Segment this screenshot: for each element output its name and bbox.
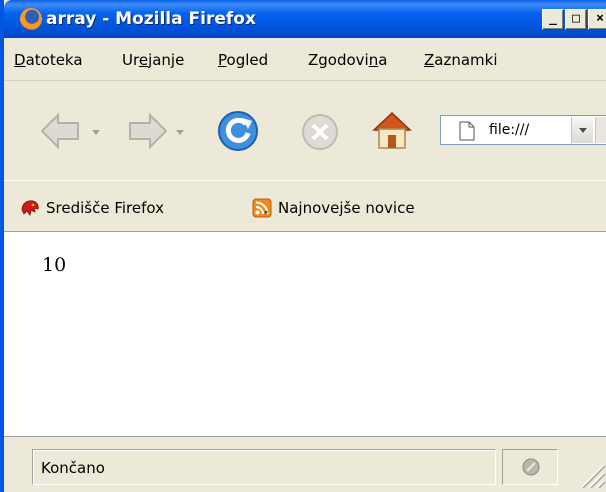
maximize-button[interactable]: □ <box>565 9 587 30</box>
menu-accelerator: Z <box>424 51 435 69</box>
bookmarks-toolbar: Središče Firefox Najnovejše novice <box>4 180 606 232</box>
reload-icon[interactable] <box>216 109 260 153</box>
menu-datoteka[interactable]: Datoteka <box>14 50 83 70</box>
address-bar[interactable]: file:/// <box>440 115 606 145</box>
resize-grip-icon[interactable] <box>570 453 606 489</box>
bookmark-label: Središče Firefox <box>46 199 164 217</box>
home-icon[interactable] <box>370 108 414 152</box>
menu-accelerator: n <box>368 51 379 69</box>
window-title: array - Mozilla Firefox <box>46 9 256 29</box>
firefox-logo-icon[interactable] <box>20 8 42 30</box>
stop-icon[interactable] <box>298 110 342 154</box>
menu-accelerator: e <box>138 51 149 69</box>
browser-window: array - Mozilla Firefox _ □ × Datoteka U… <box>0 0 606 492</box>
security-status-icon <box>522 458 540 476</box>
bookmark-label: Najnovejše novice <box>278 199 415 217</box>
menu-accelerator: D <box>14 51 26 69</box>
navigation-toolbar: file:/// <box>4 82 606 180</box>
forward-arrow-icon[interactable] <box>126 109 170 153</box>
forward-history-dropdown-icon[interactable] <box>176 130 184 135</box>
status-panel: Končano <box>32 449 496 485</box>
back-history-dropdown-icon[interactable] <box>92 130 100 135</box>
menu-accelerator: P <box>218 51 227 69</box>
address-input[interactable]: file:/// <box>489 121 529 139</box>
menu-bar: Datoteka Urejanje Pogled Zgodovina Zazna… <box>4 38 606 81</box>
minimize-button[interactable]: _ <box>542 9 564 30</box>
title-bar[interactable]: array - Mozilla Firefox _ □ × <box>4 0 606 38</box>
bookmark-firefox-central[interactable]: Središče Firefox <box>20 197 164 219</box>
back-arrow-icon[interactable] <box>38 109 82 153</box>
page-content: 10 <box>4 232 606 436</box>
menu-zaznamki[interactable]: Zaznamki <box>424 50 498 70</box>
menu-pogled[interactable]: Pogled <box>218 50 268 70</box>
status-text: Končano <box>41 459 105 477</box>
address-go-button[interactable] <box>595 117 606 143</box>
menu-urejanje[interactable]: Urejanje <box>122 50 184 70</box>
close-button[interactable]: × <box>588 9 606 30</box>
rss-feed-icon <box>252 198 272 218</box>
address-dropdown-button[interactable] <box>571 117 593 143</box>
security-panel <box>502 449 558 485</box>
page-icon <box>459 121 475 141</box>
menu-zgodovina[interactable]: Zgodovina <box>308 50 387 70</box>
bookmark-latest-news[interactable]: Najnovejše novice <box>252 197 415 219</box>
status-bar: Končano <box>4 436 606 492</box>
page-text: 10 <box>42 254 67 276</box>
firefox-central-icon <box>21 200 39 216</box>
